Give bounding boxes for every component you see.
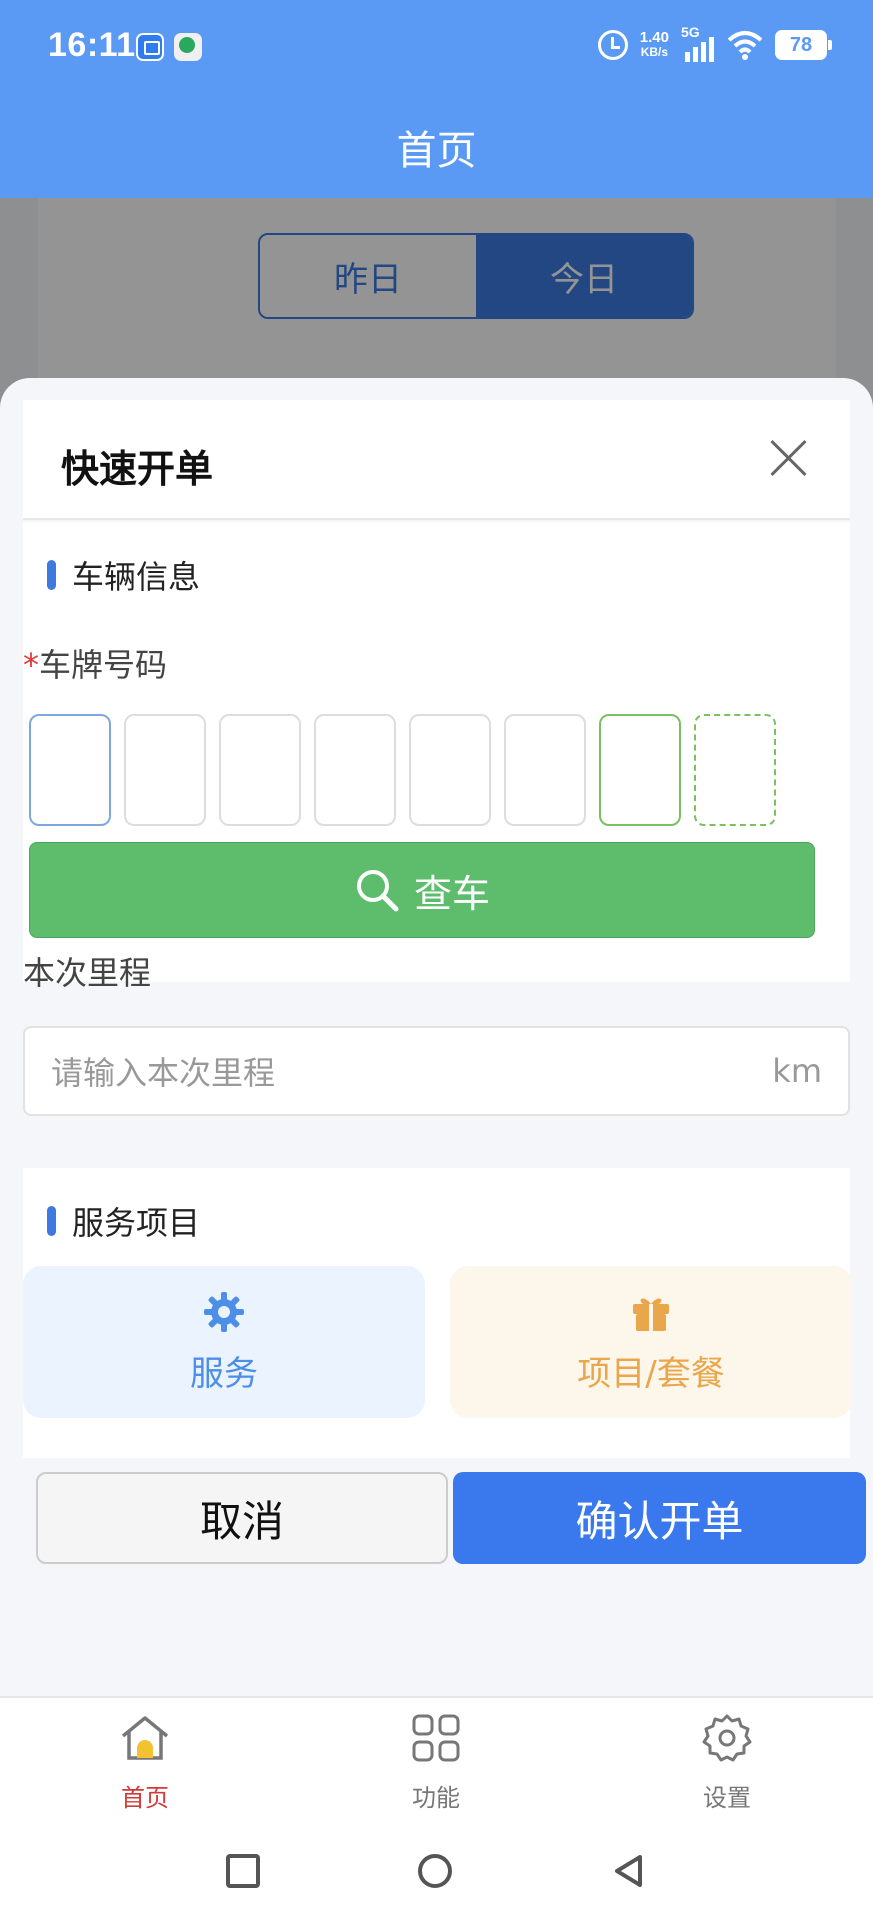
service-section-title: 服务项目 bbox=[47, 1198, 200, 1244]
tab-home-label: 首页 bbox=[121, 1784, 169, 1812]
status-right: 1.40 KB/s 5G 78 bbox=[597, 24, 832, 62]
plate-slot-6[interactable] bbox=[504, 714, 586, 826]
sheet-title: 快速开单 bbox=[61, 447, 214, 491]
bottom-tab-bar: 首页 功能 设置 bbox=[0, 1696, 873, 1820]
section-marker bbox=[47, 560, 56, 590]
recents-button[interactable] bbox=[226, 1854, 260, 1888]
mileage-placeholder: 请输入本次里程 bbox=[51, 1054, 276, 1092]
plate-slot-8-new-energy[interactable] bbox=[694, 714, 776, 826]
plate-label-text: 车牌号码 bbox=[39, 646, 168, 684]
plate-slot-5[interactable] bbox=[409, 714, 491, 826]
net-speed-value: 1.40 bbox=[639, 29, 669, 46]
notification-app-icon bbox=[136, 33, 164, 61]
query-vehicle-button[interactable]: 查车 bbox=[29, 842, 815, 938]
mileage-label: 本次里程 bbox=[23, 954, 152, 992]
top-bar: 16:11 1.40 KB/s 5G 78 首页 bbox=[0, 0, 873, 198]
vehicle-section-label: 车辆信息 bbox=[72, 558, 201, 596]
back-button[interactable] bbox=[612, 1854, 646, 1888]
plate-slot-3[interactable] bbox=[219, 714, 301, 826]
gear-icon bbox=[204, 1291, 244, 1332]
sheet-header: 快速开单 bbox=[23, 400, 850, 520]
plate-slot-2[interactable] bbox=[124, 714, 206, 826]
plate-slot-7[interactable] bbox=[599, 714, 681, 826]
tab-functions[interactable]: 功能 bbox=[366, 1712, 506, 1813]
tab-settings-label: 设置 bbox=[703, 1784, 751, 1812]
service-section: 服务项目 服务 项目/套餐 bbox=[23, 1168, 852, 1458]
mileage-unit: km bbox=[772, 1052, 822, 1090]
required-mark: * bbox=[23, 646, 39, 684]
search-icon bbox=[356, 870, 399, 912]
tab-home[interactable]: 首页 bbox=[75, 1712, 215, 1813]
signal-icon: 5G bbox=[681, 24, 715, 62]
battery-icon: 78 bbox=[775, 30, 832, 60]
tab-functions-label: 功能 bbox=[412, 1784, 460, 1812]
vehicle-info-section: 车辆信息 *车牌号码 查车 bbox=[23, 522, 850, 982]
plate-slot-1[interactable] bbox=[29, 714, 111, 826]
page-title: 首页 bbox=[396, 128, 477, 174]
sheet-actions: 取消 确认开单 bbox=[23, 1458, 866, 1574]
status-bar: 16:11 1.40 KB/s 5G 78 bbox=[0, 0, 873, 96]
status-time: 16:11 bbox=[48, 26, 136, 64]
gear-icon bbox=[702, 1714, 752, 1762]
home-icon bbox=[121, 1716, 169, 1760]
vehicle-section-title: 车辆信息 bbox=[47, 552, 200, 598]
wifi-icon bbox=[727, 31, 763, 60]
package-card[interactable]: 项目/套餐 bbox=[450, 1266, 852, 1418]
system-nav-bar bbox=[0, 1820, 873, 1920]
cancel-button[interactable]: 取消 bbox=[36, 1472, 448, 1564]
home-button[interactable] bbox=[418, 1854, 452, 1888]
service-section-label: 服务项目 bbox=[72, 1204, 201, 1242]
service-card[interactable]: 服务 bbox=[23, 1266, 425, 1418]
plate-slot-4[interactable] bbox=[314, 714, 396, 826]
confirm-order-button[interactable]: 确认开单 bbox=[453, 1472, 866, 1564]
mileage-input[interactable]: 请输入本次里程 km bbox=[23, 1026, 850, 1116]
package-card-label: 项目/套餐 bbox=[577, 1353, 725, 1394]
quick-order-sheet: 快速开单 车辆信息 *车牌号码 查车 本次里程 请输入本次里程 km 服务项目 … bbox=[0, 378, 873, 1698]
net-speed: 1.40 KB/s bbox=[640, 30, 669, 60]
plate-label: *车牌号码 bbox=[23, 640, 167, 686]
service-card-label: 服务 bbox=[190, 1353, 258, 1394]
notification-app-icon-2 bbox=[174, 33, 202, 61]
tab-settings[interactable]: 设置 bbox=[657, 1712, 797, 1813]
alarm-icon bbox=[597, 30, 628, 60]
close-icon[interactable] bbox=[768, 438, 808, 478]
query-button-label: 查车 bbox=[413, 871, 490, 916]
gift-icon bbox=[633, 1298, 669, 1331]
section-marker bbox=[47, 1206, 56, 1236]
net-speed-unit: KB/s bbox=[640, 45, 669, 59]
plate-input-group bbox=[29, 714, 776, 826]
grid-icon bbox=[412, 1714, 460, 1762]
